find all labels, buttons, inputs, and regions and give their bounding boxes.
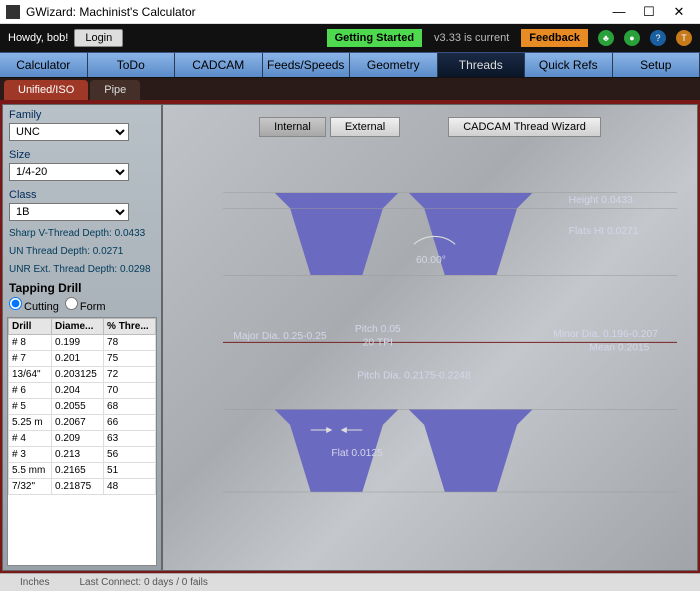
form-radio[interactable]: Form (65, 297, 106, 313)
minor-dia-label: Minor Dia. 0.196-0.207 (553, 329, 658, 340)
sub-tabs: Unified/ISOPipe (0, 78, 700, 102)
diagram-panel: Internal External CADCAM Thread Wizard (162, 104, 698, 571)
version-text: v3.33 is current (434, 32, 509, 44)
app-icon (6, 5, 20, 19)
tab-feedsspeeds[interactable]: Feeds/Speeds (263, 53, 351, 77)
close-button[interactable]: ✕ (664, 4, 694, 20)
sharp-v-depth: Sharp V-Thread Depth: 0.0433 (3, 225, 161, 243)
left-panel: Family UNC Size 1/4-20 Class 1B Sharp V-… (2, 104, 162, 571)
subtab-unifiediso[interactable]: Unified/ISO (4, 80, 88, 100)
work-area: Family UNC Size 1/4-20 Class 1B Sharp V-… (0, 102, 700, 573)
major-dia-label: Major Dia. 0.25-0.25 (233, 331, 327, 342)
tab-calculator[interactable]: Calculator (0, 53, 88, 77)
family-label: Family (9, 109, 155, 121)
flats-ht-label: Flats Ht 0.0271 (569, 226, 639, 237)
connect-text: Last Connect: 0 days / 0 fails (79, 577, 207, 588)
table-row[interactable]: # 70.20175 (9, 351, 156, 367)
angle-label: 60.00° (416, 255, 446, 266)
drill-col-header[interactable]: % Thre... (104, 319, 156, 335)
tab-quickrefs[interactable]: Quick Refs (525, 53, 613, 77)
getting-started-button[interactable]: Getting Started (327, 29, 422, 47)
top-toolbar: Howdy, bob! Login Getting Started v3.33 … (0, 24, 700, 52)
table-row[interactable]: # 80.19978 (9, 335, 156, 351)
mean-label: Mean 0.2015 (589, 343, 649, 354)
table-row[interactable]: # 30.21356 (9, 447, 156, 463)
class-label: Class (9, 189, 155, 201)
pitch-dia-label: Pitch Dia. 0.2175-0.2248 (357, 370, 471, 381)
table-row[interactable]: 13/64"0.20312572 (9, 367, 156, 383)
class-select[interactable]: 1B (9, 203, 129, 221)
size-select[interactable]: 1/4-20 (9, 163, 129, 181)
thread-diagram: Height 0.0433 Flats Ht 0.0271 60.00° Pit… (223, 145, 677, 550)
units-text: Inches (20, 577, 49, 588)
tab-todo[interactable]: ToDo (88, 53, 176, 77)
cadcam-wizard-button[interactable]: CADCAM Thread Wizard (448, 117, 601, 137)
pitch-label: Pitch 0.05 (355, 324, 401, 335)
table-row[interactable]: 7/32"0.2187548 (9, 479, 156, 495)
un-depth: UN Thread Depth: 0.0271 (3, 243, 161, 261)
internal-button[interactable]: Internal (259, 117, 326, 137)
table-row[interactable]: # 40.20963 (9, 431, 156, 447)
tab-threads[interactable]: Threads (438, 53, 526, 77)
family-select[interactable]: UNC (9, 123, 129, 141)
minimize-button[interactable]: — (604, 4, 634, 19)
greeting-text: Howdy, bob! (8, 32, 68, 44)
height-label: Height 0.0433 (569, 195, 633, 206)
community-icon[interactable]: ♣ (598, 30, 614, 46)
feedback-button[interactable]: Feedback (521, 29, 588, 47)
table-row[interactable]: 5.5 mm0.216551 (9, 463, 156, 479)
drill-table[interactable]: DrillDiame...% Thre...# 80.19978# 70.201… (7, 317, 157, 566)
help-icon[interactable]: ? (650, 30, 666, 46)
size-label: Size (9, 149, 155, 161)
drill-col-header[interactable]: Drill (9, 319, 52, 335)
window-title: GWizard: Machinist's Calculator (26, 5, 604, 19)
maximize-button[interactable]: ☐ (634, 4, 664, 20)
table-row[interactable]: # 50.205568 (9, 399, 156, 415)
tab-geometry[interactable]: Geometry (350, 53, 438, 77)
main-tabs: CalculatorToDoCADCAMFeeds/SpeedsGeometry… (0, 52, 700, 78)
tip-icon[interactable]: T (676, 30, 692, 46)
login-button[interactable]: Login (74, 29, 123, 47)
tab-setup[interactable]: Setup (613, 53, 700, 77)
flat-label: Flat 0.0125 (331, 448, 383, 459)
tapping-header: Tapping Drill (3, 279, 161, 297)
subtab-pipe[interactable]: Pipe (90, 80, 140, 100)
table-row[interactable]: 5.25 m0.206766 (9, 415, 156, 431)
globe-icon[interactable]: ● (624, 30, 640, 46)
tab-cadcam[interactable]: CADCAM (175, 53, 263, 77)
titlebar: GWizard: Machinist's Calculator — ☐ ✕ (0, 0, 700, 24)
status-bar: Inches Last Connect: 0 days / 0 fails (0, 573, 700, 591)
cutting-radio[interactable]: Cutting (9, 297, 59, 313)
unr-depth: UNR Ext. Thread Depth: 0.0298 (3, 261, 161, 279)
drill-col-header[interactable]: Diame... (52, 319, 104, 335)
external-button[interactable]: External (330, 117, 400, 137)
tpi-label: 20 TPI (363, 337, 393, 348)
table-row[interactable]: # 60.20470 (9, 383, 156, 399)
